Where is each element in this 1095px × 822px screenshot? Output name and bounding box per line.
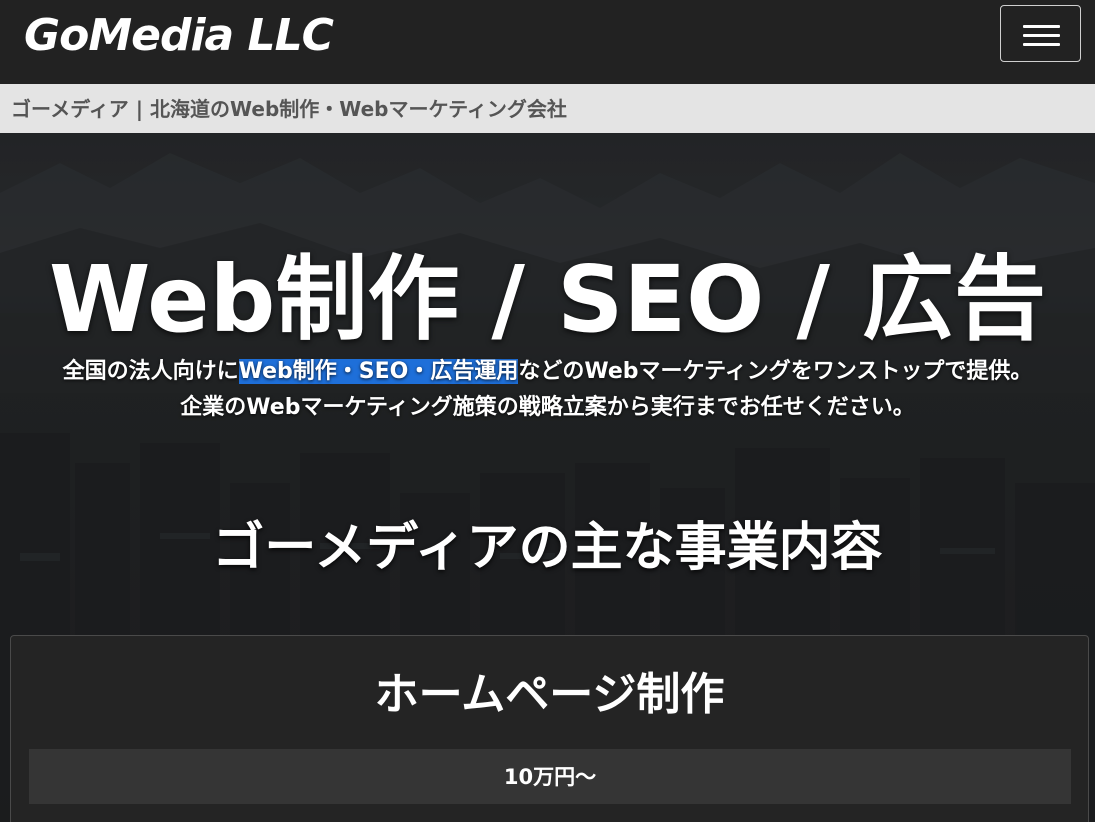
hero-subtitle-highlight: Web制作・SEO・広告運用 — [238, 359, 519, 384]
site-logo[interactable]: GoMedia LLC — [24, 8, 334, 64]
hamburger-menu-button[interactable] — [1000, 5, 1081, 62]
hero-subtitle-line1: 全国の法人向けにWeb制作・SEO・広告運用などのWebマーケティングをワンスト… — [0, 355, 1095, 389]
service-card[interactable]: ホームページ制作 10万円〜 — [10, 635, 1089, 822]
site-tagline-bar: ゴーメディア | 北海道のWeb制作・Webマーケティング会社 — [0, 84, 1095, 133]
hero-subtitle-pre: 全国の法人向けに — [62, 359, 239, 384]
service-price: 10万円〜 — [503, 765, 597, 789]
service-card-title: ホームページ制作 — [374, 669, 725, 720]
site-header: GoMedia LLC — [0, 0, 1095, 84]
site-tagline: ゴーメディア | 北海道のWeb制作・Webマーケティング会社 — [11, 97, 567, 121]
service-price-box: 10万円〜 — [29, 749, 1071, 804]
hero-section: Web制作 / SEO / 広告 全国の法人向けにWeb制作・SEO・広告運用な… — [0, 133, 1095, 822]
hero-subtitle-post: などのWebマーケティングをワンストップで提供。 — [518, 359, 1033, 384]
services-heading: ゴーメディアの主な事業内容 — [212, 518, 883, 578]
hero-subtitle-line2: 企業のWebマーケティング施策の戦略立案から実行までお任せください。 — [180, 395, 915, 420]
hero-title: Web制作 / SEO / 広告 — [48, 246, 1047, 353]
